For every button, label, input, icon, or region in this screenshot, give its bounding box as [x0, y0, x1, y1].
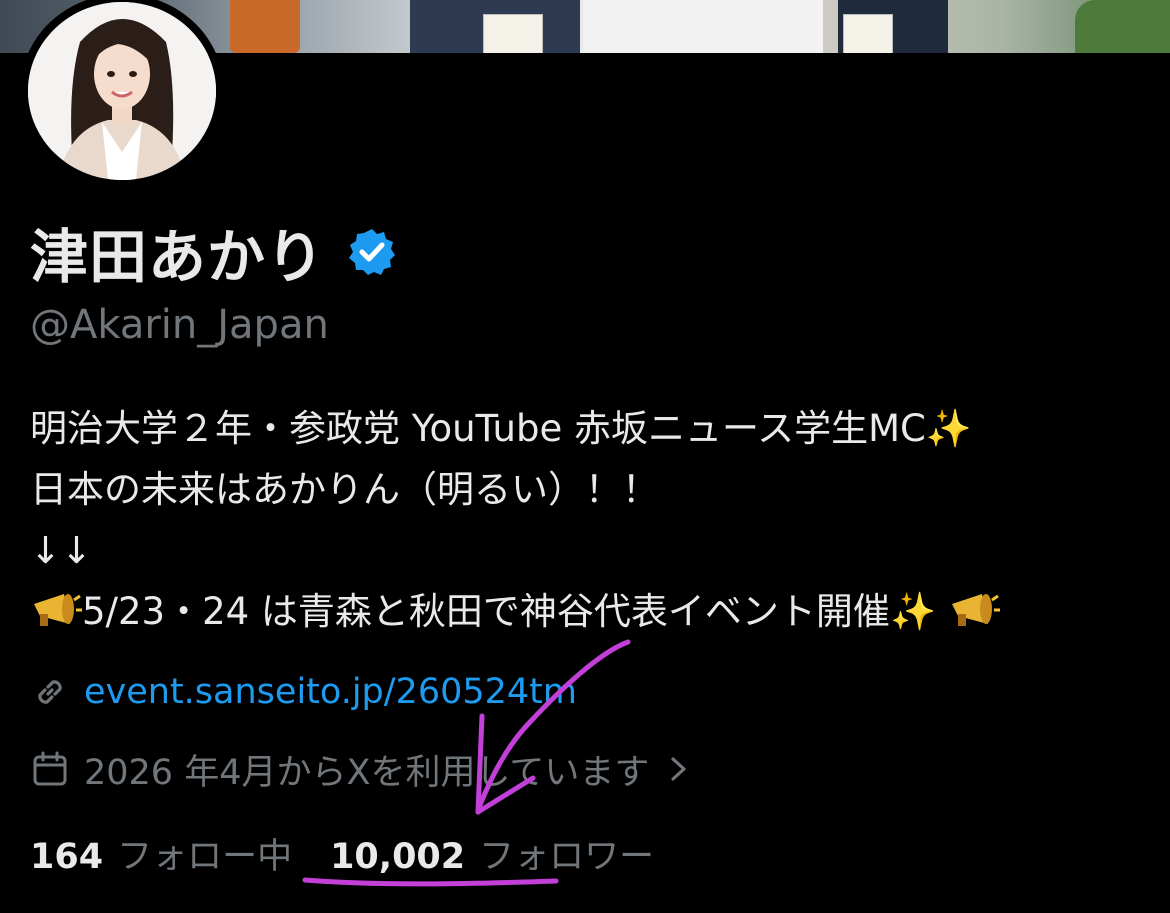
megaphone-icon [951, 594, 1000, 626]
bio-line: 明治大学２年・参政党 YouTube 赤坂ニュース学生MC✨ [30, 398, 1150, 459]
link-icon [38, 680, 62, 704]
annotation-underline [302, 877, 559, 887]
follow-stats: 164 フォロー中 10,002 フォロワー [30, 826, 654, 880]
bio-line: 5/23・24 は青森と秋田で神谷代表イベント開催✨ [30, 581, 1150, 642]
chevron-right-icon[interactable] [665, 749, 693, 789]
banner-photo-detail [583, 0, 823, 53]
display-name: 津田あかり [30, 223, 326, 291]
banner-photo-detail [483, 14, 543, 53]
following-label: フォロー中 [117, 836, 293, 877]
avatar-image [28, 2, 216, 180]
bio-text: 明治大学２年・参政党 YouTube 赤坂ニュース学生MC [30, 407, 926, 450]
username-handle: @Akarin_Japan [30, 302, 329, 348]
following-stat[interactable]: 164 フォロー中 [30, 828, 292, 879]
profile-name-row: 津田あかり [30, 212, 397, 292]
megaphone-icon [34, 594, 82, 626]
banner-photo-detail [1075, 0, 1170, 53]
bio-line: ↓↓ [30, 529, 93, 572]
profile-joined-date[interactable]: 2026 年4月からXを利用しています [30, 742, 693, 796]
profile-website[interactable]: event.sanseito.jp/260524tm [30, 665, 577, 719]
bio-text: 5/23・24 は青森と秋田で神谷代表イベント開催 [82, 590, 890, 633]
bio-line: 日本の未来はあかりん（明るい）！！ [30, 468, 659, 511]
website-link[interactable]: event.sanseito.jp/260524tm [84, 672, 577, 712]
sparkles-icon: ✨ [889, 590, 937, 633]
profile-bio: 明治大学２年・参政党 YouTube 赤坂ニュース学生MC✨ 日本の未来はあかり… [30, 398, 1150, 642]
banner-photo-detail [230, 0, 300, 53]
verified-badge-icon[interactable] [347, 227, 397, 277]
calendar-icon [33, 751, 67, 786]
profile-page: 津田あかり @Akarin_Japan 明治大学２年・参政党 YouTube 赤… [0, 0, 1170, 913]
followers-count: 10,002 [330, 836, 466, 877]
followers-label: フォロワー [479, 836, 655, 877]
sparkles-icon: ✨ [925, 407, 972, 450]
following-count: 164 [30, 836, 104, 877]
banner-photo-detail [843, 14, 893, 53]
followers-stat[interactable]: 10,002 フォロワー [330, 828, 654, 879]
joined-text: 2026 年4月からXを利用しています [84, 752, 650, 793]
avatar[interactable] [28, 2, 216, 180]
